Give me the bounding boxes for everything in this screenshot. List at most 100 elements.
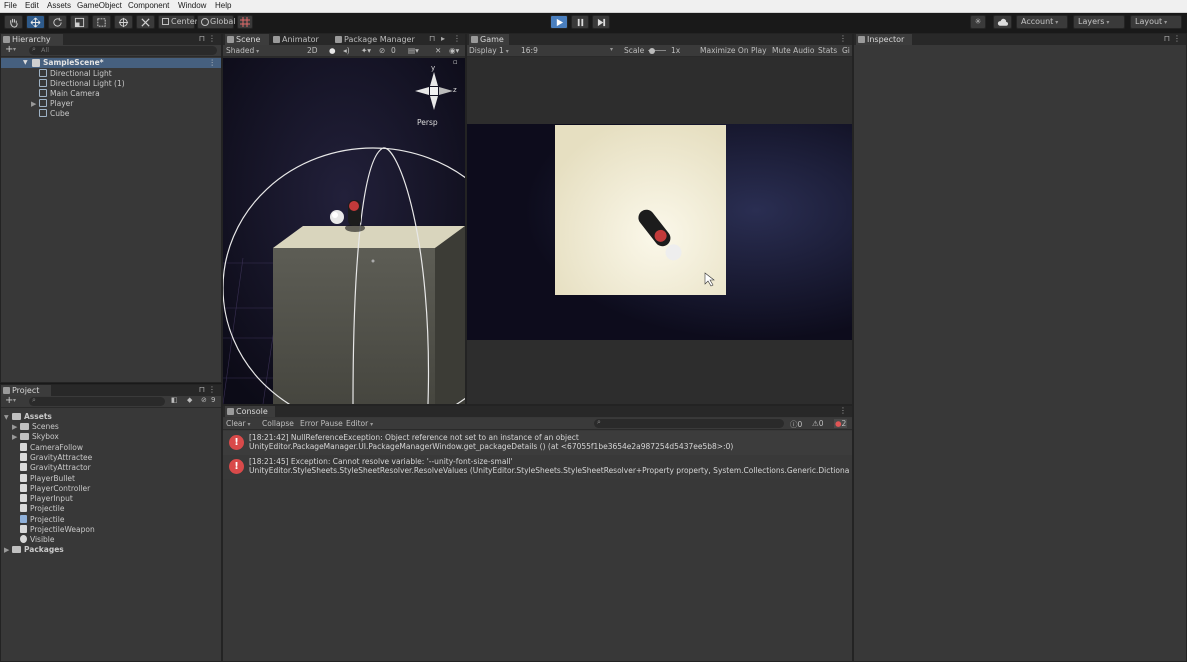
gizmos-dropdown-icon[interactable]: ◉▾ [449, 46, 459, 55]
audio-icon[interactable]: ◂) [343, 46, 350, 55]
error-pause-toggle[interactable]: Error Pause [300, 419, 343, 428]
collapse-toggle[interactable]: Collapse [262, 419, 294, 428]
menu-component[interactable]: Component [128, 1, 169, 10]
packages-folder-row[interactable]: ▶ Packages [4, 545, 64, 555]
label-icon[interactable]: ◆ [187, 396, 192, 404]
aspect-dropdown[interactable]: 16:9 [521, 46, 538, 55]
kebab-menu-icon[interactable]: ⋮ [839, 34, 847, 43]
console-search-input[interactable]: ⌕ [594, 418, 784, 428]
camera-settings-icon[interactable]: ▤▾ [408, 46, 419, 55]
global-toggle[interactable]: Global [197, 15, 236, 29]
scale-slider-thumb[interactable] [649, 48, 655, 54]
shading-mode-dropdown[interactable]: Shaded [226, 46, 259, 55]
hierarchy-item[interactable]: Main Camera [39, 89, 100, 99]
gizmos-toggle[interactable]: Gi [842, 46, 850, 55]
hierarchy-item[interactable]: ▶ Player [31, 99, 73, 109]
project-file[interactable]: GravityAttractee [20, 453, 92, 463]
tab-animator[interactable]: Animator [271, 34, 331, 45]
expand-arrow-icon[interactable]: ▶ [31, 99, 39, 109]
expand-arrow-icon[interactable]: ▼ [23, 58, 28, 68]
tab-inspector[interactable]: Inspector [856, 34, 912, 45]
project-file[interactable]: PlayerBullet [20, 474, 75, 484]
tab-package-manager[interactable]: Package Manager [333, 34, 423, 45]
log-count-toggle[interactable]: ⓘ0 [790, 419, 802, 430]
kebab-menu-icon[interactable]: ⋮ [208, 385, 216, 394]
project-file[interactable]: Visible [20, 535, 55, 545]
project-file[interactable]: GravityAttractor [20, 463, 91, 473]
play-button[interactable] [550, 15, 568, 29]
pause-button[interactable] [571, 15, 589, 29]
scene-menu-icon[interactable]: ⋮ [209, 58, 217, 68]
console-entry[interactable]: ! [18:21:42] NullReferenceException: Obj… [223, 431, 852, 455]
menu-file[interactable]: File [4, 1, 17, 10]
menu-window[interactable]: Window [178, 1, 206, 10]
effects-icon[interactable]: ✦▾ [361, 46, 371, 55]
step-button[interactable] [592, 15, 610, 29]
mute-audio-toggle[interactable]: Mute Audio [772, 46, 814, 55]
project-file[interactable]: PlayerInput [20, 494, 73, 504]
rect-tool-button[interactable] [92, 15, 111, 29]
hidden-objects-icon[interactable]: ⊘ [379, 46, 385, 55]
hierarchy-item[interactable]: Directional Light (1) [39, 79, 125, 89]
kebab-menu-icon[interactable]: ⋮ [839, 406, 847, 415]
project-file[interactable]: Projectile [20, 504, 64, 514]
pivot-center-toggle[interactable]: Center [158, 15, 198, 29]
persp-label[interactable]: Persp [417, 118, 438, 127]
menu-assets[interactable]: Assets [47, 1, 71, 10]
hand-tool-button[interactable] [4, 15, 23, 29]
expand-arrow-icon[interactable]: ▶ [12, 432, 20, 442]
maximize-on-play-toggle[interactable]: Maximize On Play [700, 46, 767, 55]
kebab-menu-icon[interactable]: ⋮ [453, 34, 461, 43]
transform-tool-button[interactable] [114, 15, 133, 29]
tab-scene[interactable]: Scene [225, 34, 269, 45]
editor-dropdown[interactable]: Editor [346, 419, 373, 428]
scale-tool-button[interactable] [70, 15, 89, 29]
hidden-packages-icon[interactable]: ⊘ [201, 396, 207, 404]
layout-dropdown[interactable]: Layout [1130, 15, 1182, 29]
tab-console[interactable]: Console [225, 406, 275, 417]
cloud-button[interactable] [993, 15, 1012, 29]
display-dropdown[interactable]: Display 1 [469, 46, 509, 55]
expand-arrow-icon[interactable]: ▼ [4, 413, 12, 423]
light-bulb-icon[interactable]: ● [329, 46, 336, 55]
add-dropdown-icon[interactable]: ▾ [13, 46, 16, 53]
lock-icon[interactable]: ⊓ [429, 34, 435, 43]
snap-toggle[interactable] [237, 15, 253, 29]
project-folder[interactable]: ▶ Skybox [12, 432, 59, 442]
hierarchy-item[interactable]: Cube [39, 109, 69, 119]
project-file[interactable]: ProjectileWeapon [20, 525, 95, 535]
project-file[interactable]: Projectile [20, 515, 64, 525]
lock-icon[interactable]: ⊓ [199, 34, 205, 43]
console-entry[interactable]: ! [18:21:45] Exception: Cannot resolve v… [223, 455, 852, 479]
aspect-chevron-icon[interactable]: ▾ [610, 46, 613, 53]
filter-type-icon[interactable]: ◧ [171, 396, 178, 404]
layers-dropdown[interactable]: Layers [1073, 15, 1125, 29]
custom-tool-button[interactable] [136, 15, 155, 29]
2d-toggle[interactable]: 2D [307, 46, 318, 55]
tab-overflow-icon[interactable]: ▸ [441, 34, 445, 43]
kebab-menu-icon[interactable]: ⋮ [1173, 34, 1181, 43]
lock-icon[interactable]: ⊓ [1164, 34, 1170, 43]
hierarchy-scene-row[interactable]: ▼ SampleScene* ⋮ [1, 58, 221, 68]
add-dropdown-icon[interactable]: ▾ [13, 397, 16, 404]
rotate-tool-button[interactable] [48, 15, 67, 29]
menu-help[interactable]: Help [215, 1, 231, 10]
scene-viewport[interactable]: y z ▫ Persp [223, 58, 465, 404]
error-count-toggle[interactable]: ●2 [834, 419, 848, 428]
gizmo-lock-icon[interactable]: ▫ [453, 58, 458, 66]
orientation-gizmo[interactable]: y z ▫ Persp [409, 58, 459, 127]
kebab-menu-icon[interactable]: ⋮ [208, 34, 216, 43]
expand-arrow-icon[interactable]: ▶ [4, 545, 12, 555]
stats-toggle[interactable]: Stats [818, 46, 837, 55]
hierarchy-search-input[interactable]: ⌕ All [29, 45, 217, 55]
assets-folder-row[interactable]: ▼ Assets [4, 412, 52, 422]
project-search-input[interactable]: ⌕ [29, 396, 165, 406]
menu-gameobject[interactable]: GameObject [77, 1, 122, 10]
project-file[interactable]: CameraFollow [20, 443, 83, 453]
move-tool-button[interactable] [26, 15, 45, 29]
account-dropdown[interactable]: Account [1016, 15, 1068, 29]
tools-icon[interactable]: ✕ [435, 46, 441, 55]
project-file[interactable]: PlayerController [20, 484, 90, 494]
tab-game[interactable]: Game [469, 34, 509, 45]
lock-icon[interactable]: ⊓ [199, 385, 205, 394]
